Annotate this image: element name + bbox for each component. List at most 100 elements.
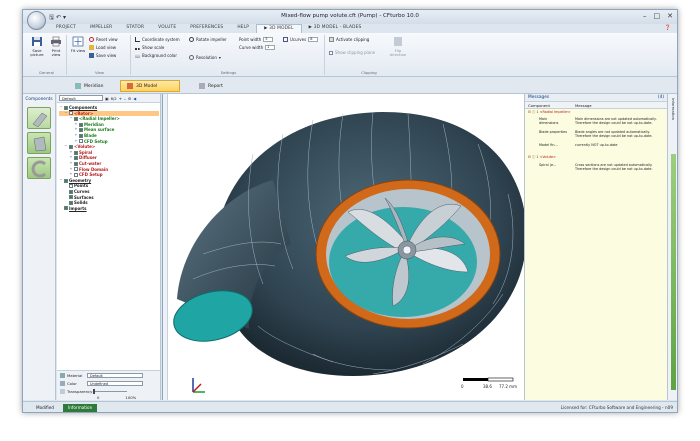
save-picture-button[interactable]: Save picture (28, 36, 46, 57)
collapse-icon[interactable]: − (59, 105, 63, 111)
visibility-checkbox[interactable] (74, 167, 78, 172)
slider-knob[interactable] (93, 389, 95, 394)
collapse-icon[interactable]: − (59, 178, 63, 184)
visibility-checkbox[interactable] (64, 105, 68, 110)
close-icon[interactable]: ✕ (667, 12, 673, 20)
fit-view-button[interactable]: Fit view (69, 36, 87, 53)
component-impeller-button[interactable] (27, 107, 51, 129)
add-icon[interactable]: + (119, 96, 122, 101)
save-preset-icon[interactable]: ▣ (105, 96, 109, 101)
tab-meridian[interactable]: Meridian (69, 80, 109, 92)
background-color-button[interactable]: Background color (135, 53, 177, 58)
visibility-checkbox[interactable] (64, 178, 68, 183)
message-row-text-0: Main dimensions are not updated automati… (575, 117, 657, 125)
status-tab-modified[interactable]: Modified (31, 404, 59, 412)
tab-3d-model[interactable]: ▶ 3D MODEL (256, 24, 302, 33)
visibility-checkbox[interactable] (79, 128, 83, 133)
tab-help[interactable]: HELP (230, 24, 256, 33)
message-row-component-1[interactable]: Blade properties (539, 130, 567, 135)
message-row-component-0[interactable]: Main dimensions (539, 117, 567, 126)
resolution-dropdown[interactable]: Resolution ▾ (189, 55, 221, 60)
tab-project[interactable]: PROJECT (49, 24, 83, 33)
visibility-checkbox[interactable] (69, 195, 73, 200)
meridian-icon (75, 83, 81, 89)
visibility-checkbox[interactable] (74, 156, 78, 161)
tab-impeller[interactable]: IMPELLER (83, 24, 119, 33)
color-select[interactable]: Undefined (87, 381, 143, 386)
col-component[interactable]: Component (528, 102, 550, 109)
volute-shape-icon (31, 160, 47, 178)
component-stator-button[interactable] (27, 132, 51, 154)
tab-report[interactable]: Report (193, 80, 229, 92)
save-view-button[interactable]: Save view (89, 53, 116, 58)
background-color-icon (135, 53, 140, 58)
visibility-checkbox[interactable] (79, 122, 83, 127)
color-icon (60, 381, 65, 386)
message-row-component-2[interactable]: Model fin... (539, 143, 567, 148)
maximize-icon[interactable]: □ (654, 12, 661, 20)
visibility-checkbox[interactable] (69, 111, 73, 116)
reset-view-button[interactable]: Reset view (89, 37, 118, 42)
flip-direction-button[interactable]: Flip direction (389, 36, 407, 57)
minimize-icon[interactable]: – (643, 12, 647, 20)
message-row-component-3[interactable]: Spiral (e... (539, 163, 567, 168)
tree-node[interactable]: Imports (59, 206, 159, 212)
tab-3d-model-view[interactable]: 3D Model (120, 80, 180, 92)
uv-curves-control: Ucurves 8 (283, 37, 319, 42)
visibility-checkbox[interactable] (79, 133, 83, 138)
visibility-checkbox[interactable] (74, 150, 78, 155)
report-icon (199, 83, 205, 89)
visibility-checkbox[interactable] (64, 206, 68, 211)
visibility-checkbox[interactable] (69, 184, 73, 189)
status-tab-information[interactable]: Information (63, 404, 98, 412)
visibility-checkbox[interactable] (74, 116, 78, 121)
coordinate-system-toggle[interactable]: Coordinate system (135, 37, 180, 42)
group-volute-messages[interactable]: ⊟ ⓘ 1 <Volute> (528, 155, 556, 160)
3d-viewport[interactable]: 0 38.6 77.2 mm (162, 94, 524, 400)
print-view-button[interactable]: Print view (47, 36, 65, 57)
messages-header: Messages (4) (525, 94, 667, 102)
visibility-checkbox[interactable] (79, 139, 83, 144)
preset-select[interactable]: Default (59, 95, 103, 101)
visibility-checkbox[interactable] (74, 172, 78, 177)
visibility-checkbox[interactable] (74, 161, 78, 166)
component-volute-button[interactable] (27, 157, 51, 179)
information-side-tab[interactable]: Information (671, 98, 676, 120)
ribbon: Save picture Print view General Fit view… (23, 33, 677, 77)
save-picture-icon (32, 37, 42, 46)
collapse-panel-icon[interactable]: ◀ (133, 96, 136, 101)
point-width-input[interactable]: 3 (263, 37, 274, 42)
right-side-strip: Information (667, 94, 677, 400)
visibility-checkbox[interactable] (69, 189, 73, 194)
visibility-checkbox[interactable] (69, 200, 73, 205)
material-select[interactable]: Default (87, 373, 143, 378)
collapse-icon[interactable]: − (69, 116, 73, 122)
tab-volute[interactable]: VOLUTE (151, 24, 183, 33)
expand-icon: ⊟ (528, 155, 531, 159)
activate-clipping-toggle[interactable]: Activate clipping (329, 37, 369, 42)
uv-curves-input[interactable]: 8 (308, 37, 319, 42)
components-header: Components (25, 97, 53, 102)
visibility-checkbox[interactable] (69, 144, 73, 149)
transparency-icon (60, 389, 65, 394)
transparency-slider[interactable] (93, 389, 127, 394)
col-message[interactable]: Message (575, 102, 592, 109)
scale-icon (135, 45, 140, 50)
tab-stator[interactable]: STATOR (119, 24, 151, 33)
group-impeller-messages[interactable]: ⊟ ⓘ 1 <Radial Impeller> (528, 110, 571, 115)
show-clipping-plane-checkbox[interactable]: Show clipping plane (329, 50, 375, 55)
volute-3d-model: 0 38.6 77.2 mm (173, 111, 524, 393)
tab-3d-model-blades[interactable]: ▶ 3D MODEL - BLADES (302, 24, 369, 33)
rotate-icon (189, 37, 194, 42)
load-view-button[interactable]: Load view (89, 45, 116, 50)
settings-icon[interactable]: ⚙ (128, 96, 131, 101)
help-icon[interactable]: ❓ (665, 25, 671, 31)
show-scale-toggle[interactable]: Show scale (135, 45, 164, 50)
collapse-icon[interactable]: − (64, 144, 68, 150)
curve-width-input[interactable]: 1 (265, 45, 276, 50)
group-general: Save picture Print view General (27, 35, 67, 75)
rotate-impeller-toggle[interactable]: Rotate impeller (189, 37, 227, 42)
collapse-icon[interactable]: − (64, 111, 68, 117)
remove-icon[interactable]: – (124, 96, 126, 101)
tab-preferences[interactable]: PREFERENCES (183, 24, 230, 33)
